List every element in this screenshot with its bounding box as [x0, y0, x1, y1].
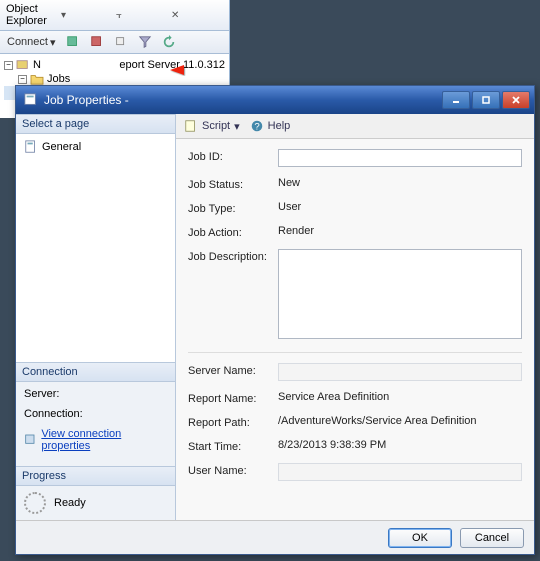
job-type-value: User — [278, 201, 522, 213]
dialog-button-bar: OK Cancel — [16, 520, 534, 554]
properties-icon — [24, 433, 37, 447]
server-name-label: Server Name: — [188, 363, 278, 377]
connection-label: Connection: — [24, 408, 167, 420]
expander-icon[interactable]: − — [18, 75, 27, 84]
report-name-label: Report Name: — [188, 391, 278, 405]
minimize-button[interactable] — [442, 91, 470, 109]
toolbar-icon-filter[interactable] — [135, 34, 155, 50]
dropdown-icon[interactable]: ▾ — [61, 10, 113, 20]
job-description-input[interactable] — [278, 249, 522, 339]
job-type-label: Job Type: — [188, 201, 278, 215]
job-status-value: New — [278, 177, 522, 189]
annotation-arrow-icon — [170, 62, 240, 78]
dialog-left-pane: Select a page General Connection Server:… — [16, 114, 176, 520]
report-name-value: Service Area Definition — [278, 391, 522, 403]
start-time-value: 8/23/2013 9:38:39 PM — [278, 439, 522, 451]
dialog-icon — [24, 93, 38, 107]
server-label: Server: — [24, 388, 167, 400]
progress-header: Progress — [16, 466, 175, 486]
toolbar-icon-db[interactable] — [63, 34, 83, 50]
view-connection-properties-link[interactable]: View connection properties — [24, 428, 167, 452]
job-action-value: Render — [278, 225, 522, 237]
dialog-title: Job Properties - — [44, 93, 440, 107]
job-description-label: Job Description: — [188, 249, 278, 263]
job-properties-dialog: Job Properties - Select a page General C… — [15, 85, 535, 555]
toolbar-icon-disconnect[interactable] — [87, 34, 107, 50]
start-time-label: Start Time: — [188, 439, 278, 453]
toolbar-icon-stop[interactable] — [111, 34, 131, 50]
page-icon — [24, 140, 38, 154]
job-action-label: Job Action: — [188, 225, 278, 239]
pin-icon[interactable]: ⫟ — [116, 10, 168, 20]
close-button[interactable] — [502, 91, 530, 109]
job-id-label: Job ID: — [188, 149, 278, 163]
connect-button[interactable]: Connect ▾ — [4, 35, 59, 50]
progress-spinner-icon — [24, 492, 46, 514]
close-icon[interactable]: ✕ — [171, 10, 223, 20]
user-name-label: User Name: — [188, 463, 278, 477]
folder-icon — [30, 73, 44, 85]
ok-button[interactable]: OK — [388, 528, 452, 548]
toolbar-icon-refresh[interactable] — [159, 34, 179, 50]
job-status-label: Job Status: — [188, 177, 278, 191]
script-icon — [184, 119, 198, 133]
help-button[interactable]: ? Help — [250, 119, 291, 133]
server-icon — [16, 59, 30, 71]
object-explorer-titlebar: Object Explorer ▾ ⫟ ✕ — [0, 0, 229, 31]
maximize-button[interactable] — [472, 91, 500, 109]
select-page-header: Select a page — [16, 114, 175, 134]
job-id-input[interactable] — [278, 149, 522, 167]
svg-text:?: ? — [254, 122, 259, 133]
right-pane-toolbar: Script ▾ ? Help — [176, 114, 534, 139]
cancel-button[interactable]: Cancel — [460, 528, 524, 548]
report-path-value: /AdventureWorks/Service Area Definition — [278, 415, 522, 427]
server-name-value — [278, 363, 522, 381]
script-button[interactable]: Script ▾ — [184, 119, 240, 133]
progress-status: Ready — [54, 497, 86, 509]
expander-icon[interactable]: − — [4, 61, 13, 70]
connection-header: Connection — [16, 362, 175, 382]
object-explorer-title: Object Explorer — [6, 3, 58, 27]
page-general[interactable]: General — [22, 138, 169, 156]
report-path-label: Report Path: — [188, 415, 278, 429]
dialog-titlebar[interactable]: Job Properties - — [16, 86, 534, 114]
object-explorer-toolbar: Connect ▾ — [0, 31, 229, 54]
help-icon: ? — [250, 119, 264, 133]
user-name-value — [278, 463, 522, 481]
dialog-right-pane: Script ▾ ? Help Job ID: Job Status:New J… — [176, 114, 534, 520]
